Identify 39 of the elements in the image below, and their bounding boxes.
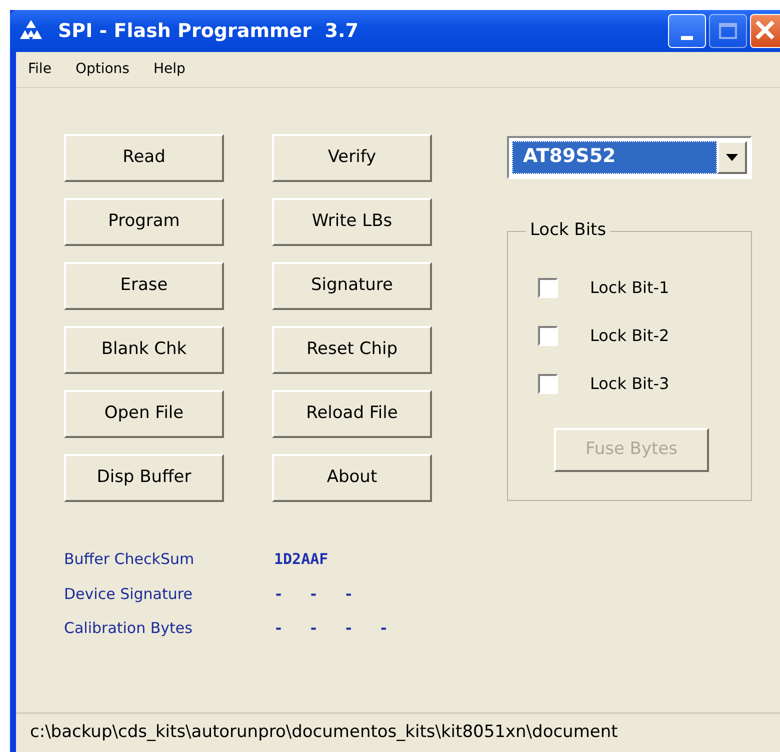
command-button[interactable]: Program (64, 198, 224, 246)
close-button[interactable] (750, 14, 780, 48)
info-label: Buffer CheckSum (64, 549, 196, 570)
info-value: - (379, 618, 388, 639)
command-button[interactable]: Erase (64, 262, 224, 310)
command-button[interactable]: Read (64, 134, 224, 182)
info-value: - (344, 618, 354, 639)
maximize-button[interactable] (709, 14, 747, 48)
command-button[interactable]: About (272, 454, 432, 502)
command-button[interactable]: Write LBs (272, 198, 432, 246)
info-value: - (309, 584, 318, 604)
status-bar: c:\backup\cds_kits\autorunpro\documentos_kits\kit8051xn\document (16, 712, 780, 752)
command-button[interactable]: Disp Buffer (64, 454, 224, 502)
menu-item[interactable]: Help (145, 57, 194, 82)
checkbox[interactable] (538, 374, 558, 394)
checkbox[interactable] (538, 278, 558, 298)
checkbox-label: Lock Bit-1 (590, 277, 670, 299)
command-button[interactable]: Verify (272, 134, 432, 182)
command-button[interactable]: Signature (272, 262, 432, 310)
info-value: - (274, 584, 284, 604)
info-label: Device Signature (64, 584, 194, 604)
info-label: Calibration Bytes (64, 618, 194, 639)
checkbox-label: Lock Bit-2 (590, 325, 670, 347)
checkbox[interactable] (538, 326, 558, 346)
command-button[interactable]: Reset Chip (272, 326, 432, 374)
info-value: - (274, 618, 284, 639)
command-button[interactable]: Open File (64, 390, 224, 438)
info-value: 1D2AAF (274, 549, 328, 570)
menu-item[interactable]: Options (67, 57, 138, 82)
device-dropdown[interactable]: AT89S52 (507, 136, 752, 179)
caret-icon (726, 154, 738, 161)
checkbox-label: Lock Bit-3 (590, 373, 670, 395)
command-button[interactable]: Blank Chk (64, 326, 224, 374)
menu-item[interactable]: File (20, 57, 60, 82)
minimize-button[interactable] (668, 14, 706, 48)
info-value: - (309, 618, 318, 639)
info-value: - (344, 584, 354, 604)
command-button[interactable]: Reload File (272, 390, 432, 438)
window-title: SPI - Flash Programmer 3.7 (58, 18, 358, 44)
